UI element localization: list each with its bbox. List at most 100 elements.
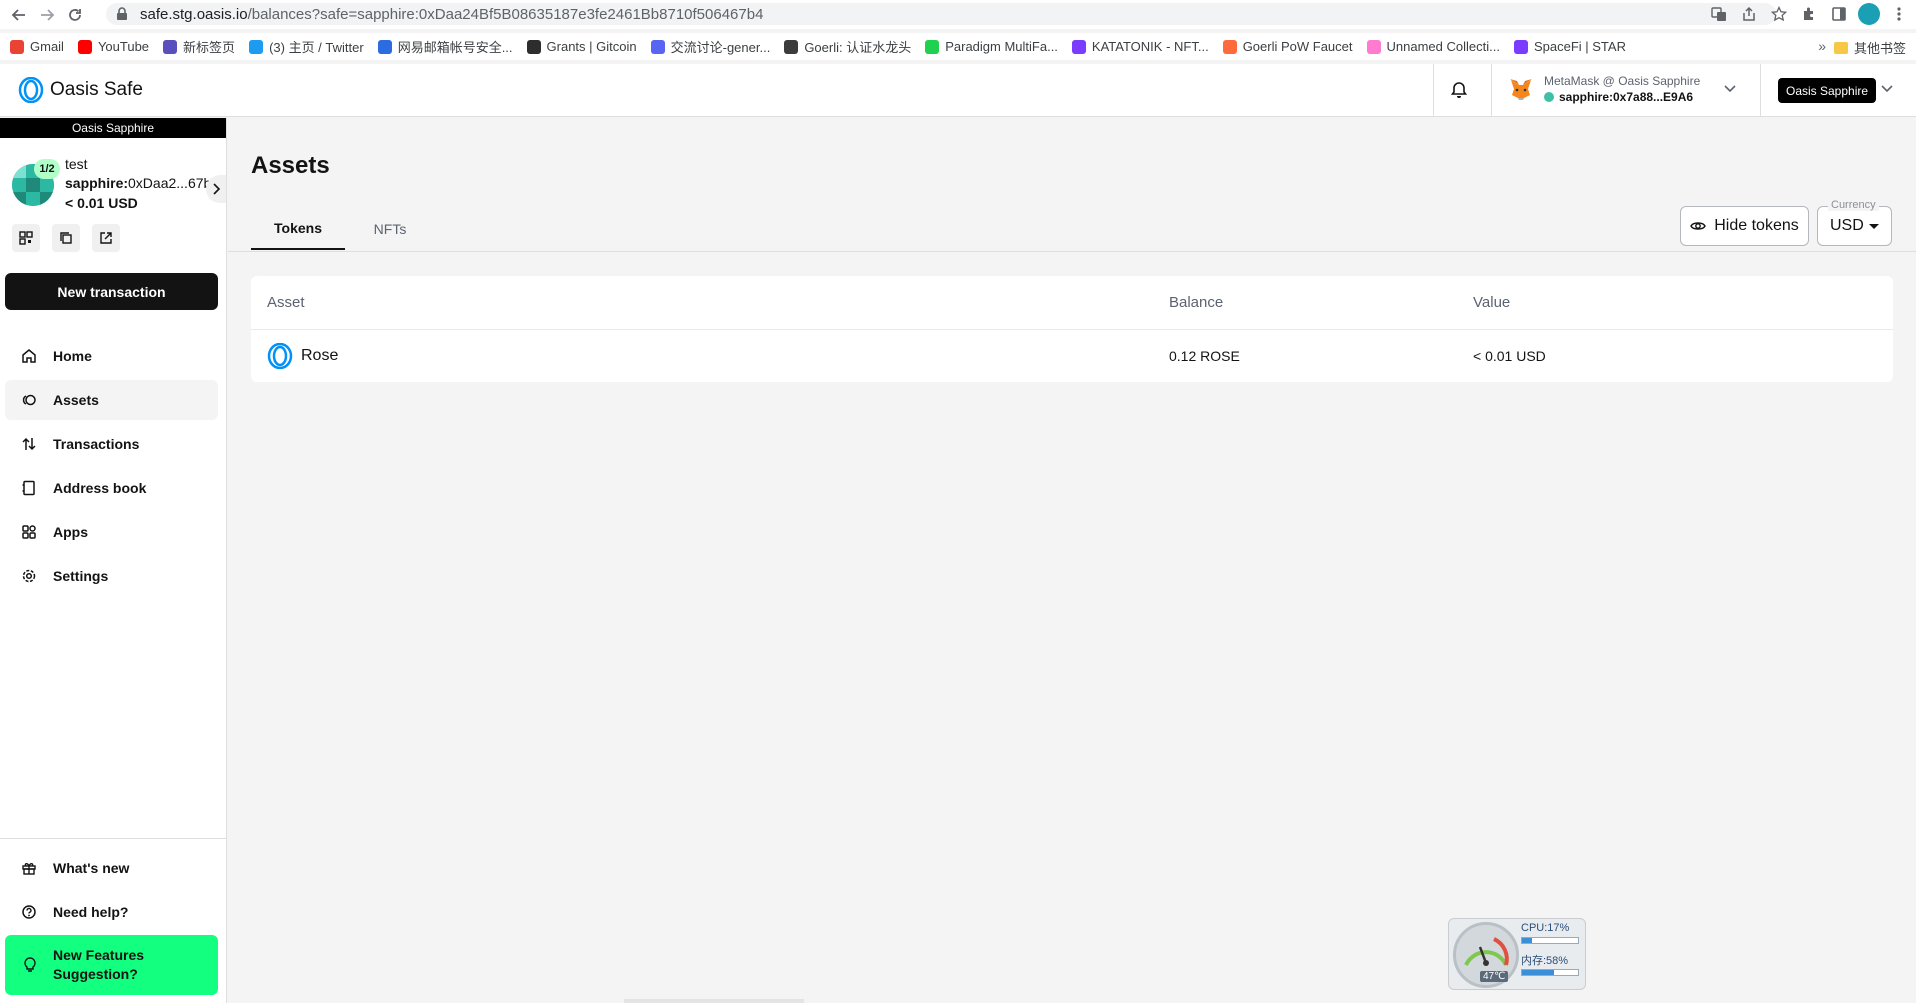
bell-icon[interactable]: [1450, 81, 1468, 104]
sidebar-item-address-book[interactable]: Address book: [5, 468, 218, 508]
suggestion-line-2: Suggestion?: [53, 966, 138, 982]
bookmark-item[interactable]: 交流讨论-gener...: [650, 37, 770, 56]
sidebar-item-need-help[interactable]: Need help?: [5, 892, 218, 932]
bookmark-favicon-icon: [650, 39, 665, 54]
network-badge[interactable]: Oasis Sapphire: [1778, 78, 1877, 103]
sidebar-item-apps[interactable]: Apps: [5, 512, 218, 552]
bookmark-item[interactable]: Paradigm MultiFa...: [925, 39, 1058, 54]
currency-value: USD: [1830, 217, 1864, 234]
side-panel-icon[interactable]: [1828, 3, 1850, 25]
bookmark-label: Grants | Gitcoin: [546, 39, 637, 54]
eye-icon: [1690, 222, 1707, 230]
feature-suggestion-button[interactable]: New Features Suggestion?: [5, 935, 218, 995]
memory-bar-fill: [1522, 970, 1555, 975]
chevron-right-icon[interactable]: [206, 175, 226, 203]
translate-icon[interactable]: [1708, 3, 1730, 25]
settings-icon: [22, 569, 36, 583]
currency-select[interactable]: Currency USD: [1817, 199, 1892, 246]
gift-icon: [22, 863, 36, 875]
sidebar-item-label: Apps: [53, 524, 88, 540]
bookmark-favicon-icon: [10, 39, 24, 54]
bookmark-item[interactable]: SpaceFi | STAR: [1513, 39, 1626, 54]
bookmark-favicon-icon: [1366, 39, 1381, 54]
scroll-indicator: [624, 999, 804, 1003]
bookmark-item[interactable]: 新标签页: [163, 37, 235, 56]
header-divider: [1491, 64, 1492, 117]
bookmark-label: Goerli PoW Faucet: [1242, 39, 1353, 54]
page-title: Assets: [251, 152, 330, 179]
new-transaction-button[interactable]: New transaction: [5, 273, 218, 310]
bookmarks-overflow-icon[interactable]: »: [1818, 38, 1826, 54]
column-header-asset[interactable]: Asset: [267, 294, 305, 311]
assets-table: Asset Balance Value Rose 0.12 ROSE < 0.0…: [251, 276, 1893, 382]
bookmark-label: Paradigm MultiFa...: [945, 39, 1058, 54]
tab-nfts[interactable]: NFTs: [345, 208, 435, 250]
bookmarks-folder[interactable]: 其他书签: [1833, 38, 1906, 57]
currency-label: Currency: [1828, 199, 1879, 211]
bookmark-favicon-icon: [925, 39, 940, 54]
qr-code-icon[interactable]: [12, 224, 40, 252]
app-logo[interactable]: Oasis Safe: [18, 77, 143, 103]
header-divider: [1433, 64, 1434, 117]
bookmark-item[interactable]: Unnamed Collecti...: [1366, 39, 1500, 54]
bookmark-item[interactable]: Gmail: [10, 39, 64, 54]
bookmark-item[interactable]: Grants | Gitcoin: [526, 39, 637, 54]
back-icon[interactable]: [8, 4, 30, 26]
suggestion-line-1: New Features: [53, 947, 145, 963]
chevron-down-icon[interactable]: [1723, 82, 1737, 101]
bookmark-item[interactable]: Goerli PoW Faucet: [1222, 39, 1353, 54]
hide-tokens-button[interactable]: Hide tokens: [1680, 206, 1809, 246]
bookmark-item[interactable]: YouTube: [77, 39, 149, 54]
bookmark-label: 网易邮箱帐号安全...: [397, 40, 513, 55]
wallet-info[interactable]: MetaMask @ Oasis Sapphire sapphire:0x7a8…: [1508, 73, 1700, 105]
bookmark-favicon-icon: [249, 39, 264, 54]
bookmark-label: 新标签页: [183, 40, 236, 55]
table-header: Asset Balance Value: [251, 276, 1893, 330]
sidebar-nav: Home Assets Transactions Address book Ap…: [5, 336, 218, 600]
star-icon[interactable]: [1768, 3, 1790, 25]
app-header: Oasis Safe MetaMask @ Oasis Sapphire sap…: [0, 64, 1916, 117]
bookmark-item[interactable]: Goerli: 认证水龙头: [784, 37, 911, 56]
bookmark-favicon-icon: [1071, 39, 1086, 54]
bookmark-item[interactable]: KATATONIK - NFT...: [1071, 39, 1209, 54]
table-row: Rose 0.12 ROSE < 0.01 USD: [251, 331, 1893, 382]
sidebar-item-settings[interactable]: Settings: [5, 556, 218, 596]
system-monitor-widget[interactable]: 47℃ CPU:17% 内存:58%: [1448, 918, 1586, 990]
threshold-badge: 1/2: [34, 159, 60, 179]
lightbulb-icon: [24, 957, 36, 972]
browser-toolbar: safe.stg.oasis.io/balances?safe=sapphire…: [0, 0, 1916, 29]
external-link-icon[interactable]: [92, 224, 120, 252]
chevron-down-icon[interactable]: [1880, 82, 1894, 101]
wallet-name: MetaMask @ Oasis Sapphire: [1544, 74, 1701, 88]
sidebar-item-whats-new[interactable]: What's new: [5, 848, 218, 888]
cpu-bar-fill: [1522, 938, 1532, 943]
reload-icon[interactable]: [64, 4, 86, 26]
sidebar-item-assets[interactable]: Assets: [5, 380, 218, 420]
asset-name: Rose: [301, 347, 339, 364]
address-bar[interactable]: safe.stg.oasis.io/balances?safe=sapphire…: [106, 3, 1776, 25]
column-header-value[interactable]: Value: [1473, 294, 1510, 311]
extensions-icon[interactable]: [1798, 3, 1820, 25]
profile-avatar[interactable]: [1858, 3, 1880, 25]
bookmark-item[interactable]: (3) 主页 / Twitter: [249, 37, 364, 56]
tab-tokens[interactable]: Tokens: [251, 208, 345, 250]
bookmark-favicon-icon: [377, 39, 392, 54]
sidebar-item-transactions[interactable]: Transactions: [5, 424, 218, 464]
bookmarks-bar: Gmail YouTube 新标签页 (3) 主页 / Twitter 网易邮箱帐号安全…: [0, 33, 1916, 60]
browser-menu-icon[interactable]: [1888, 3, 1910, 25]
sidebar-item-label: Home: [53, 348, 92, 364]
app-name: Oasis Safe: [50, 79, 143, 100]
cpu-readout: CPU:17%: [1521, 922, 1570, 934]
forward-icon[interactable]: [36, 4, 58, 26]
column-header-balance[interactable]: Balance: [1169, 294, 1223, 311]
gauge-icon: 47℃: [1453, 922, 1519, 988]
asset-balance: 0.12 ROSE: [1169, 348, 1240, 364]
copy-icon[interactable]: [52, 224, 80, 252]
bookmark-label: SpaceFi | STAR: [1533, 39, 1626, 54]
memory-bar: [1521, 969, 1579, 976]
address-book-icon: [22, 480, 35, 496]
sidebar-item-label: Assets: [53, 392, 99, 408]
sidebar-item-home[interactable]: Home: [5, 336, 218, 376]
share-icon[interactable]: [1738, 3, 1760, 25]
bookmark-item[interactable]: 网易邮箱帐号安全...: [377, 37, 513, 56]
